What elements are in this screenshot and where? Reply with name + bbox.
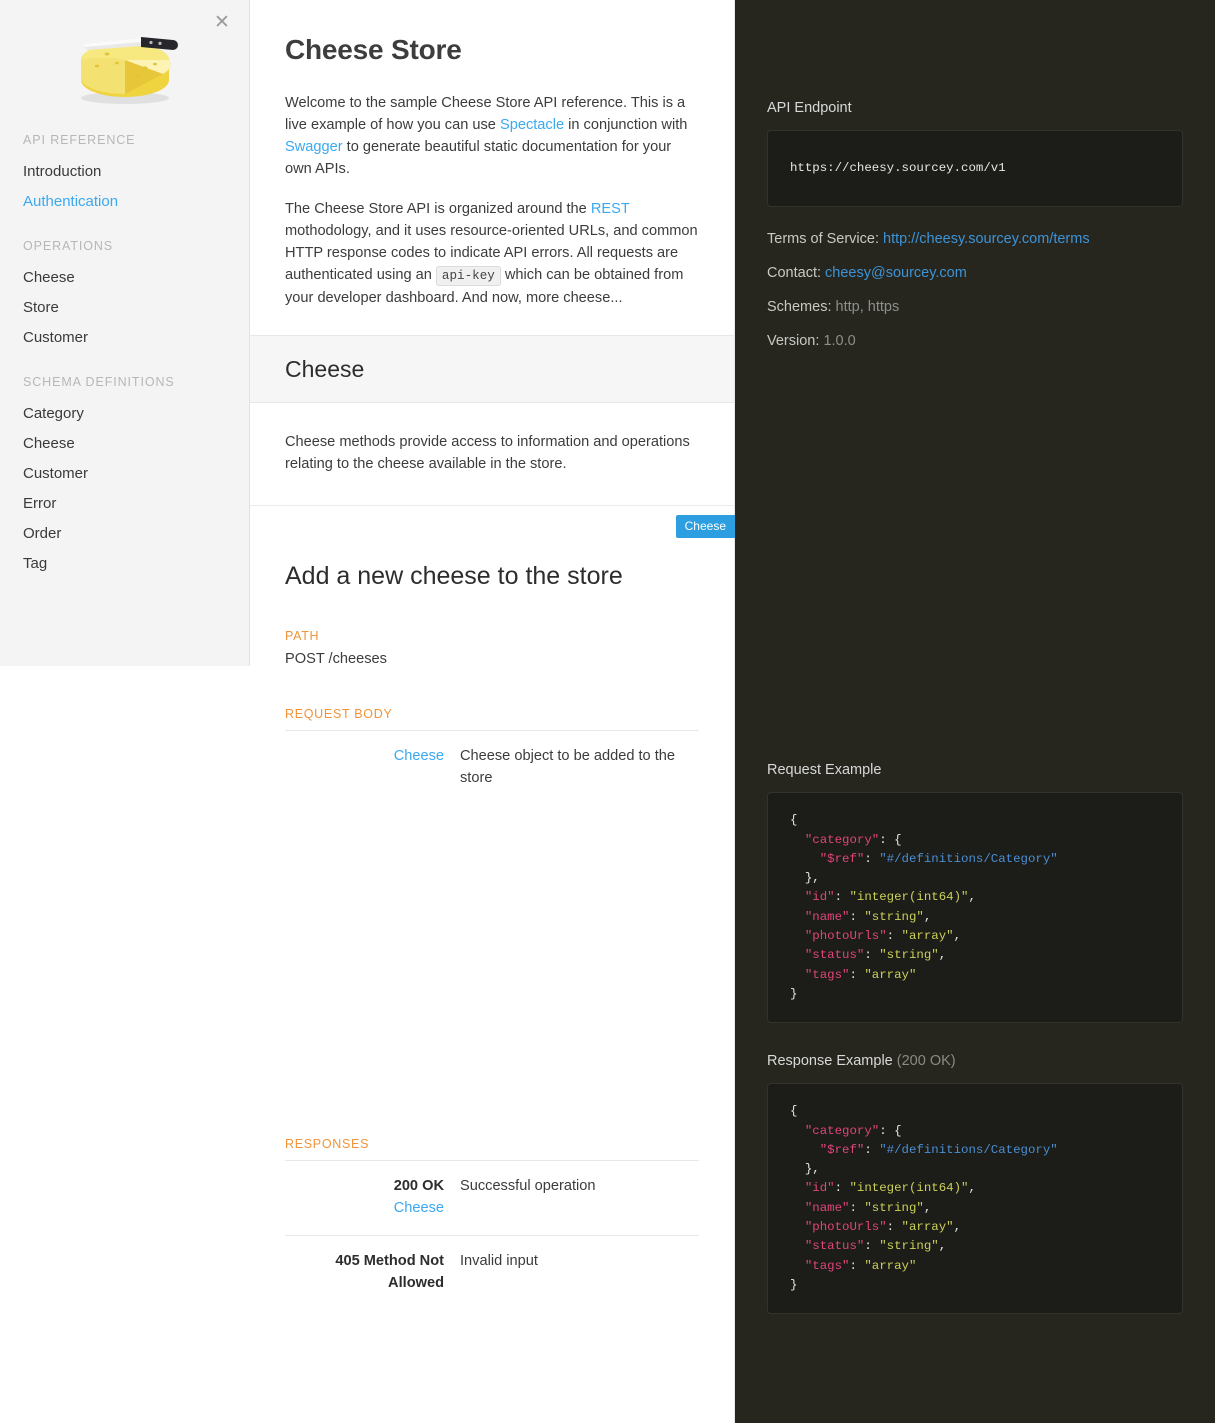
operation-title: Add a new cheese to the store bbox=[285, 562, 623, 590]
table-row: 200 OK Cheese Successful operation bbox=[285, 1160, 699, 1236]
rest-link[interactable]: REST bbox=[591, 201, 630, 217]
spectacle-link[interactable]: Spectacle bbox=[500, 117, 564, 133]
request-example-block: Request Example { "category": { "$ref": … bbox=[735, 367, 1215, 1024]
swagger-link[interactable]: Swagger bbox=[285, 139, 343, 155]
sidebar-item-category[interactable]: Category bbox=[0, 399, 249, 429]
response-example-title: Response Example bbox=[767, 1053, 893, 1070]
response-code-200: 200 OK bbox=[393, 1178, 444, 1194]
sidebar-item-order[interactable]: Order bbox=[0, 519, 249, 549]
request-example-label: Request Example bbox=[767, 762, 882, 779]
version-label: Version: bbox=[767, 333, 820, 350]
schemes-label: Schemes: bbox=[767, 299, 832, 316]
request-body-label: REQUEST BODY bbox=[285, 707, 393, 721]
intro-text-1b: in conjunction with bbox=[564, 117, 688, 133]
operation-add-cheese: Add a new cheese to the store PATH POST … bbox=[250, 506, 734, 1310]
path-block: PATH POST /cheeses bbox=[285, 629, 699, 667]
request-body-schema-link[interactable]: Cheese bbox=[285, 745, 444, 767]
response-example-label: Response Example (200 OK) bbox=[767, 1053, 1183, 1069]
api-meta-block: Terms of Service: http://cheesy.sourcey.… bbox=[735, 207, 1215, 349]
sidebar-item-cheese-schema[interactable]: Cheese bbox=[0, 429, 249, 459]
api-endpoint-code: https://cheesy.sourcey.com/v1 bbox=[767, 130, 1183, 208]
sidebar-item-error[interactable]: Error bbox=[0, 489, 249, 519]
response-code-cell-405: 405 Method Not Allowed bbox=[285, 1236, 460, 1311]
schemes-line: Schemes: http, https bbox=[767, 299, 1183, 315]
nav-heading-api-reference: API REFERENCE bbox=[23, 133, 136, 147]
intro-paragraph-1: Welcome to the sample Cheese Store API r… bbox=[285, 92, 699, 180]
sidebar-item-tag[interactable]: Tag bbox=[0, 549, 249, 579]
sidebar-item-authentication[interactable]: Authentication bbox=[0, 187, 249, 217]
response-code-405: 405 Method Not Allowed bbox=[335, 1253, 444, 1291]
nav-group-api-reference: API REFERENCE Introduction Authenticatio… bbox=[0, 133, 249, 217]
intro-text-2a: The Cheese Store API is organized around… bbox=[285, 201, 591, 217]
path-value: POST /cheeses bbox=[285, 651, 387, 667]
response-description-405: Invalid input bbox=[460, 1253, 538, 1269]
version-line: Version: 1.0.0 bbox=[767, 333, 1183, 349]
close-icon[interactable]: ✕ bbox=[211, 12, 233, 34]
group-description-text: Cheese methods provide access to informa… bbox=[285, 434, 690, 472]
api-key-code: api-key bbox=[435, 266, 501, 286]
nav-heading-schema-definitions: SCHEMA DEFINITIONS bbox=[23, 375, 175, 389]
terms-of-service-line: Terms of Service: http://cheesy.sourcey.… bbox=[767, 231, 1183, 247]
terms-link[interactable]: http://cheesy.sourcey.com/terms bbox=[883, 231, 1090, 247]
nav-heading-operations: OPERATIONS bbox=[23, 239, 114, 253]
cheese-wheel-with-knife-icon bbox=[80, 37, 178, 104]
intro-text-1c: to generate beautiful static documentati… bbox=[285, 139, 672, 177]
documentation-column: Cheese Store Welcome to the sample Chees… bbox=[250, 0, 735, 1423]
contact-email-link[interactable]: cheesy@sourcey.com bbox=[825, 265, 967, 281]
request-example-code: { "category": { "$ref": "#/definitions/C… bbox=[767, 792, 1183, 1024]
response-example-code: { "category": { "$ref": "#/definitions/C… bbox=[767, 1083, 1183, 1315]
response-code-cell-200: 200 OK Cheese bbox=[285, 1161, 460, 1236]
request-body-block: REQUEST BODY Cheese Cheese object to be … bbox=[285, 707, 699, 805]
status-badge[interactable]: Cheese bbox=[675, 515, 735, 538]
cheese-group-header: Cheese bbox=[250, 335, 734, 403]
responses-block: RESPONSES 200 OK Cheese Successful opera… bbox=[285, 1137, 699, 1310]
response-example-block: Response Example (200 OK) { "category": … bbox=[735, 1023, 1215, 1315]
responses-table: 200 OK Cheese Successful operation 405 M… bbox=[285, 1160, 699, 1310]
intro-paragraph-2: The Cheese Store API is organized around… bbox=[285, 198, 699, 309]
responses-label: RESPONSES bbox=[285, 1137, 370, 1151]
request-body-key-cell: Cheese bbox=[285, 731, 460, 806]
api-docs-page: ✕ API REFERENCE Introduction Authenticat… bbox=[0, 0, 1215, 1423]
table-row: Cheese Cheese object to be added to the … bbox=[285, 730, 699, 806]
right-dark-panel: API Endpoint https://cheesy.sourcey.com/… bbox=[735, 0, 1215, 1423]
contact-line: Contact: cheesy@sourcey.com bbox=[767, 265, 1183, 281]
contact-label: Contact: bbox=[767, 265, 821, 282]
terms-label: Terms of Service: bbox=[767, 231, 879, 248]
sidebar: ✕ API REFERENCE Introduction Authenticat… bbox=[0, 0, 250, 666]
sidebar-nav: API REFERENCE Introduction Authenticatio… bbox=[0, 133, 249, 579]
sidebar-item-customer-schema[interactable]: Customer bbox=[0, 459, 249, 489]
nav-group-schema-definitions: SCHEMA DEFINITIONS Category Cheese Custo… bbox=[0, 375, 249, 579]
request-body-description: Cheese object to be added to the store bbox=[460, 748, 676, 786]
version-value: 1.0.0 bbox=[823, 333, 856, 350]
response-schema-link-cheese[interactable]: Cheese bbox=[285, 1197, 444, 1219]
response-description-200: Successful operation bbox=[460, 1178, 596, 1194]
group-title: Cheese bbox=[285, 356, 365, 382]
sidebar-item-introduction[interactable]: Introduction bbox=[0, 157, 249, 187]
response-example-status: (200 OK) bbox=[896, 1053, 956, 1070]
request-body-table: Cheese Cheese object to be added to the … bbox=[285, 730, 699, 805]
path-label: PATH bbox=[285, 629, 320, 643]
sidebar-item-store[interactable]: Store bbox=[0, 293, 249, 323]
sidebar-item-customer-operations[interactable]: Customer bbox=[0, 323, 249, 353]
cheese-group-description: Cheese methods provide access to informa… bbox=[250, 403, 734, 506]
page-title: Cheese Store bbox=[285, 34, 462, 65]
nav-group-operations: OPERATIONS Cheese Store Customer bbox=[0, 239, 249, 353]
endpoint-block: API Endpoint https://cheesy.sourcey.com/… bbox=[735, 0, 1215, 208]
introduction-section: Cheese Store Welcome to the sample Chees… bbox=[250, 0, 734, 335]
sidebar-item-cheese-operations[interactable]: Cheese bbox=[0, 263, 249, 293]
schemes-value: http, https bbox=[835, 299, 900, 316]
api-endpoint-label: API Endpoint bbox=[767, 100, 852, 116]
table-row: 405 Method Not Allowed Invalid input bbox=[285, 1235, 699, 1311]
